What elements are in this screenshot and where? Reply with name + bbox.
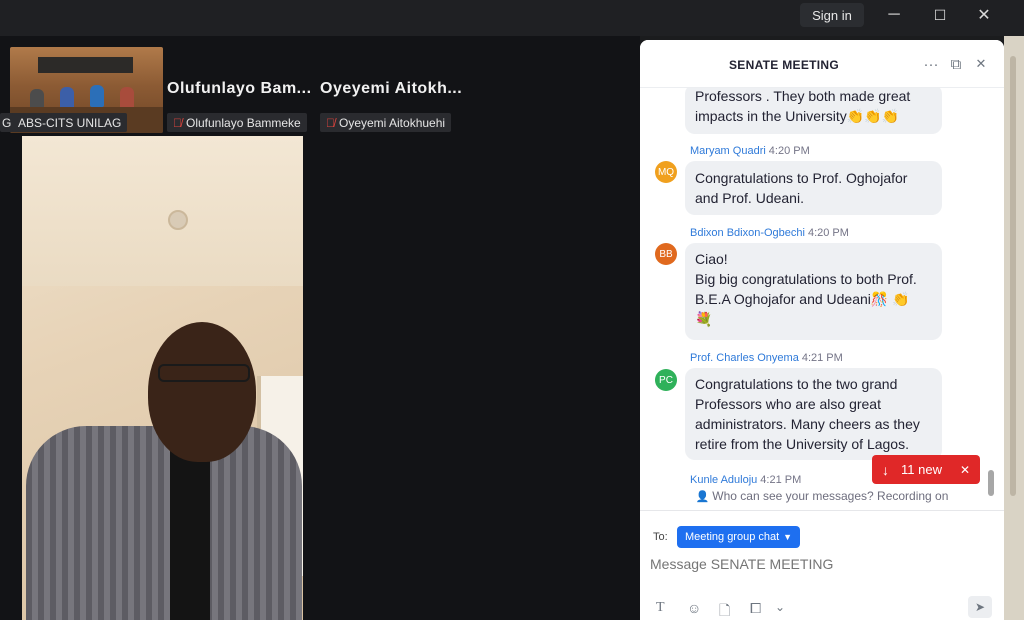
participant-name[interactable]: Oyeyemi Aitokh... (320, 80, 462, 98)
room-person (90, 85, 104, 107)
message-sender[interactable]: Kunle Aduloju 4:21 PM (690, 474, 801, 486)
chat-header: SENATE MEETING ··· ⧉ ✕ (640, 40, 1004, 88)
avatar[interactable]: PC (655, 369, 677, 391)
speaker-head (148, 322, 256, 462)
message-line: Professors . They both made great (695, 88, 911, 104)
recipient-label: Meeting group chat (685, 531, 780, 543)
mic-muted-icon: 🎙̸ (173, 115, 182, 130)
message-line: impacts in the University👏👏👏 (695, 108, 900, 124)
participant-tag-text: Oyeyemi Aitokhuehi (339, 115, 446, 130)
message-line: B.E.A Oghojafor and Udeani🎊 👏 (695, 291, 910, 307)
message-sender[interactable]: Prof. Charles Onyema 4:21 PM (690, 352, 843, 364)
send-button[interactable]: ➤ (968, 596, 992, 618)
message-line: Professors who are also great (695, 396, 881, 412)
room-person (60, 87, 74, 109)
title-bar: Sign in ─ ☐ ✕ (0, 0, 1024, 36)
message-line: Ciao! (695, 251, 728, 267)
message-bubble: Ciao! Big big congratulations to both Pr… (685, 243, 942, 340)
video-ceiling (22, 136, 303, 286)
maximize-button[interactable]: ☐ (922, 4, 958, 26)
message-line: and Prof. Udeani. (695, 190, 804, 206)
message-time: 4:20 PM (807, 227, 849, 239)
chat-panel: SENATE MEETING ··· ⧉ ✕ Professors . They… (640, 40, 1004, 620)
speaker-body (26, 426, 302, 620)
message-line: administrators. Many cheers as they (695, 416, 920, 432)
room-person (120, 87, 134, 109)
privacy-text[interactable]: Who can see your messages? Recording on (712, 489, 948, 503)
more-options-icon[interactable]: ··· (922, 55, 940, 73)
new-messages-button[interactable]: ↓ 11 new ✕ (872, 455, 980, 484)
room-screen (38, 57, 133, 73)
message-line: 💐 (695, 311, 713, 327)
sender-name[interactable]: Maryam Quadri (690, 145, 766, 157)
dismiss-new-icon[interactable]: ✕ (960, 463, 970, 477)
message-time: 4:21 PM (760, 474, 802, 486)
thumbnail-label-text: ABS-CITS UNILAG (18, 115, 122, 130)
recipient-dropdown[interactable]: Meeting group chat ▼ (677, 526, 801, 548)
message-bubble: Congratulations to Prof. Oghojafor and P… (685, 161, 942, 215)
message-line: Big big congratulations to both Prof. (695, 271, 917, 287)
message-sender[interactable]: Maryam Quadri 4:20 PM (690, 145, 810, 157)
chat-composer: To: Meeting group chat ▼ T ☺ 🗋 ⧠ ⌄ ➤ (640, 510, 1004, 620)
screenshot-icon[interactable]: ⧠ (750, 600, 761, 617)
active-speaker-video[interactable] (22, 136, 303, 620)
sender-name[interactable]: Kunle Aduloju (690, 474, 757, 486)
mic-muted-icon: 🎙̸ (326, 115, 335, 130)
arrow-down-icon: ↓ (882, 461, 889, 478)
chevron-down-icon: ▼ (783, 532, 793, 542)
ceiling-light (168, 210, 188, 230)
participant-tag: 🎙̸ Olufunlayo Bammeke (167, 113, 307, 132)
participant-tag-text: Olufunlayo Bammeke (186, 115, 301, 130)
popout-icon[interactable]: ⧉ (947, 55, 965, 73)
message-input[interactable] (650, 556, 980, 572)
participant-tag: 🎙̸ Oyeyemi Aitokhuehi (320, 113, 452, 132)
message-line: retire from the University of Lagos. (695, 436, 909, 452)
background-window-edge (1004, 36, 1024, 620)
people-icon: 👤 (695, 491, 710, 503)
speaker-glasses (158, 364, 250, 382)
left-edge-label-text: G (2, 115, 12, 130)
to-label: To: (653, 531, 668, 543)
message-sender[interactable]: Bdixon Bdixon-Ogbechi 4:20 PM (690, 227, 849, 239)
speaker-collar (170, 436, 210, 620)
message-time: 4:21 PM (801, 352, 843, 364)
privacy-notice[interactable]: 👤 Who can see your messages? Recording on (640, 489, 1004, 503)
message-line: Congratulations to Prof. Oghojafor (695, 170, 908, 186)
more-tools-icon[interactable]: ⌄ (775, 600, 785, 614)
avatar[interactable]: BB (655, 243, 677, 265)
sender-name[interactable]: Bdixon Bdixon-Ogbechi (690, 227, 805, 239)
avatar[interactable]: MQ (655, 161, 677, 183)
message-time: 4:20 PM (768, 145, 810, 157)
background-scrollbar (1010, 56, 1016, 496)
close-chat-icon[interactable]: ✕ (972, 55, 990, 73)
message-bubble: Congratulations to the two grand Profess… (685, 368, 942, 460)
message-bubble: Professors . They both made great impact… (685, 88, 942, 134)
new-messages-count: 11 new (901, 462, 942, 477)
message-line: Congratulations to the two grand (695, 376, 898, 392)
emoji-icon[interactable]: ☺ (687, 600, 701, 616)
chat-title: SENATE MEETING (729, 58, 839, 72)
file-icon[interactable]: 🗋 (719, 600, 730, 620)
close-window-button[interactable]: ✕ (966, 4, 1002, 26)
sender-name[interactable]: Prof. Charles Onyema (690, 352, 799, 364)
minimize-button[interactable]: ─ (876, 4, 912, 26)
thumbnail-label: ABS-CITS UNILAG (12, 113, 128, 132)
text-format-icon[interactable]: T (656, 600, 665, 616)
sign-in-button[interactable]: Sign in (800, 3, 864, 27)
participant-name[interactable]: Olufunlayo Bam... (167, 80, 312, 98)
